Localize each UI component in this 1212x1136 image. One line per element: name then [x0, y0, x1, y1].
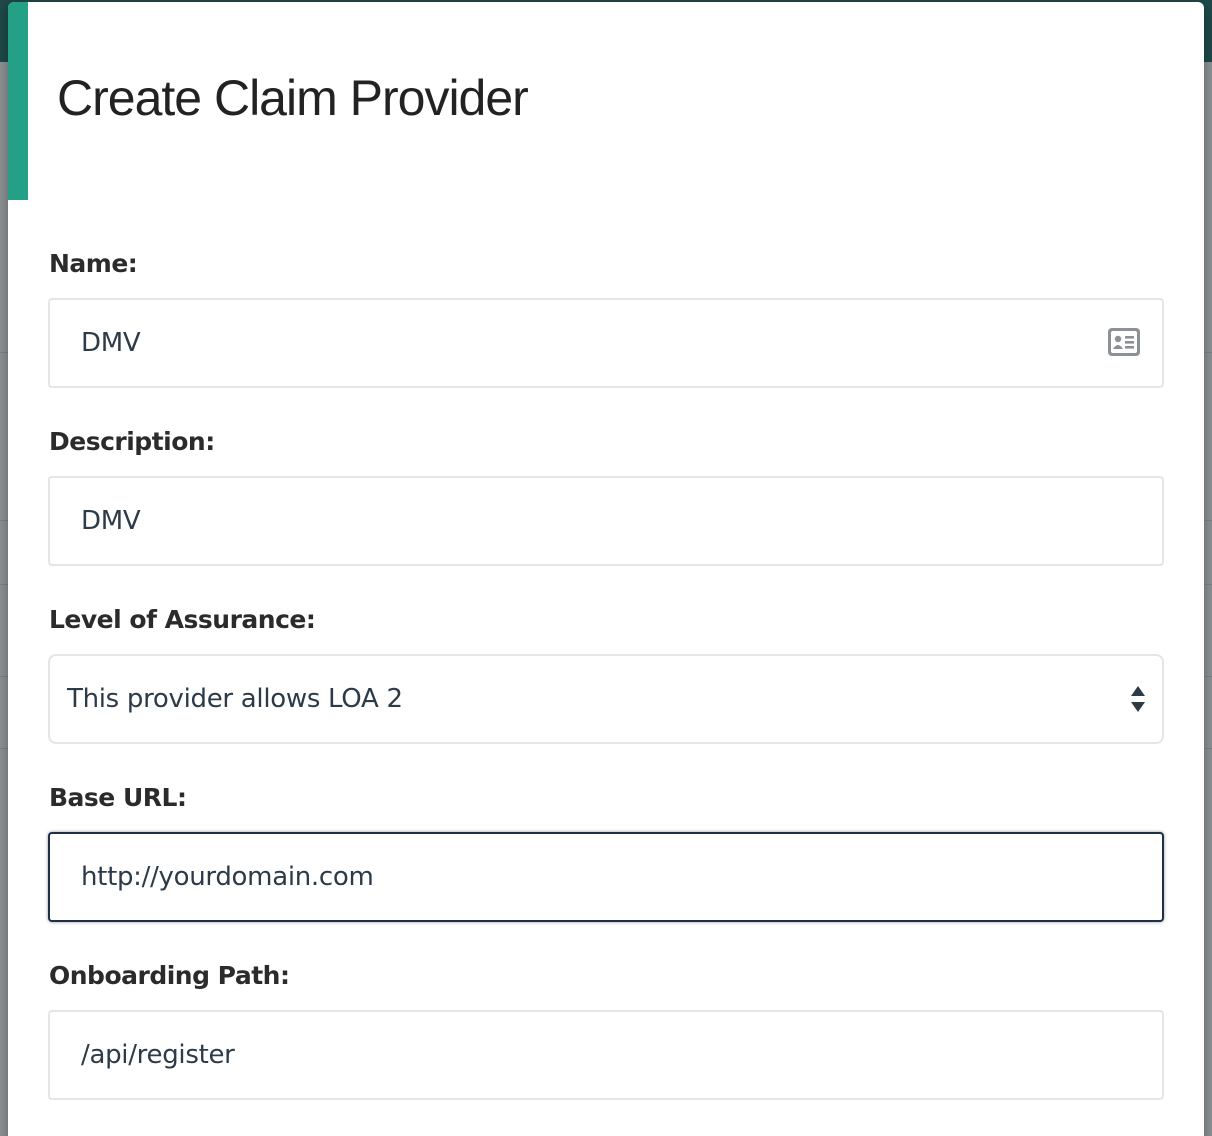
- onboarding-path-value: /api/register: [81, 1040, 235, 1070]
- onboarding-path-label: Onboarding Path:: [49, 961, 290, 990]
- description-value: DMV: [81, 506, 141, 536]
- description-input[interactable]: DMV: [48, 476, 1164, 566]
- base-url-input[interactable]: http://yourdomain.com: [48, 832, 1164, 922]
- name-value: DMV: [81, 328, 141, 358]
- name-label: Name:: [49, 249, 138, 278]
- select-arrows-icon: [1130, 684, 1146, 714]
- base-url-label: Base URL:: [49, 783, 187, 812]
- modal-accent-bar: [8, 2, 28, 200]
- modal-title: Create Claim Provider: [57, 70, 529, 126]
- create-claim-provider-modal: Create Claim Provider Name: DMV Descript…: [8, 2, 1204, 1136]
- level-of-assurance-select[interactable]: This provider allows LOA 2: [48, 654, 1164, 744]
- contact-card-icon: [1108, 328, 1140, 356]
- description-label: Description:: [49, 427, 215, 456]
- name-input[interactable]: DMV: [48, 298, 1164, 388]
- onboarding-path-input[interactable]: /api/register: [48, 1010, 1164, 1100]
- base-url-value: http://yourdomain.com: [81, 862, 374, 892]
- level-of-assurance-label: Level of Assurance:: [49, 605, 316, 634]
- level-of-assurance-selected: This provider allows LOA 2: [67, 684, 403, 714]
